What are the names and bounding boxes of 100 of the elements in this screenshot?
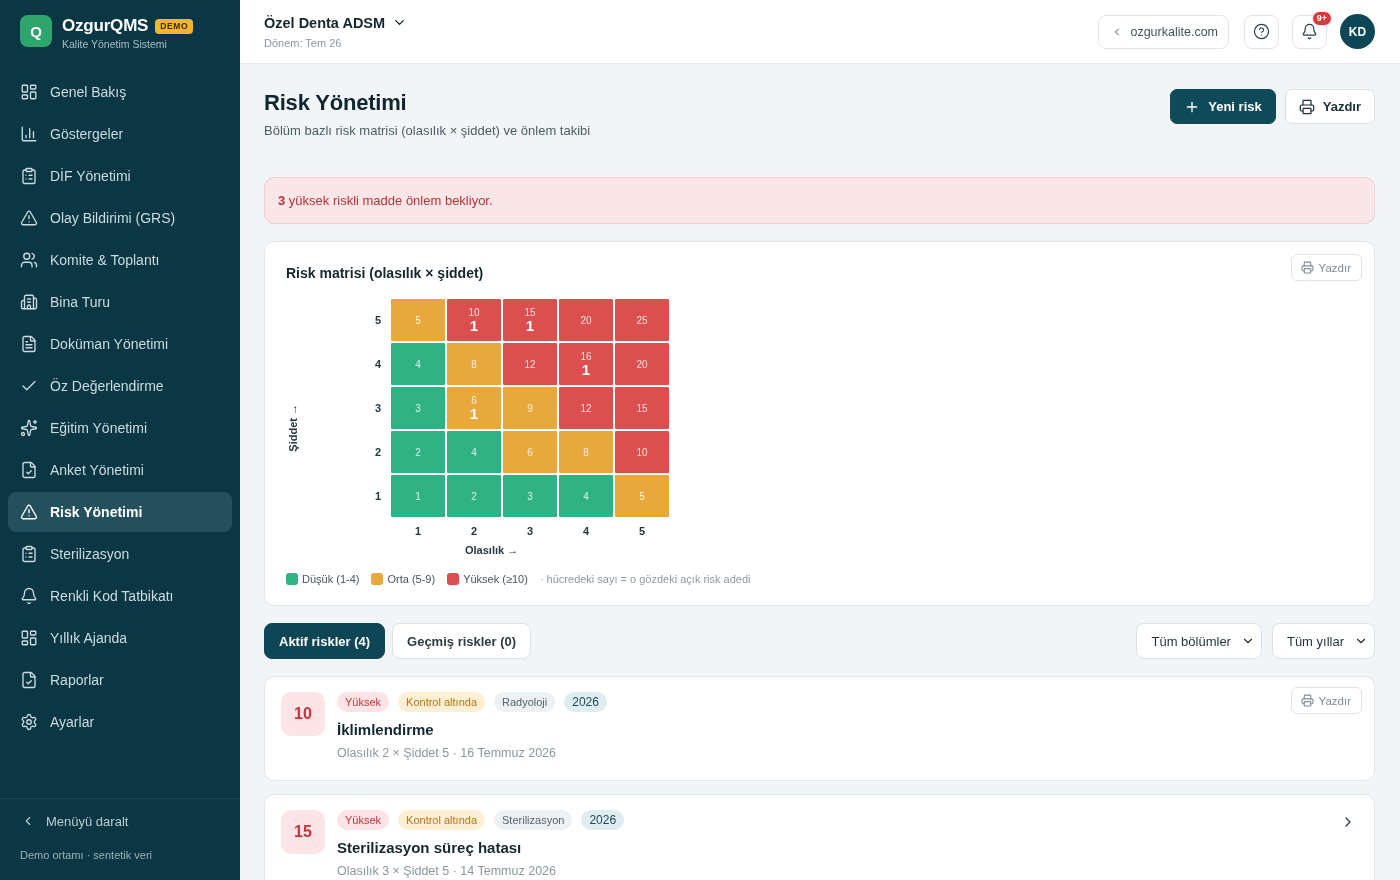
nav-item[interactable]: Komite & Toplantı — [8, 240, 232, 280]
risk-title: Sterilizasyon süreç hatası — [337, 838, 523, 858]
risk-card[interactable]: 10 Yüksek Kontrol altında Radyoloji 2026 İklimlendirme Olasılık 2 × Şiddet 5 · 16 Temmuz 2026 Yazdır — [264, 676, 1375, 781]
page-subtitle: Bölüm bazlı risk matrisi (olasılık × şiddet) ve önlem takibi — [264, 122, 591, 140]
cell-score: 5 — [639, 490, 645, 502]
cell-score: 8 — [583, 446, 589, 458]
cell-score: 20 — [580, 314, 592, 326]
cell-score: 16 — [580, 350, 592, 362]
nav-item[interactable]: DİF Yönetimi — [8, 156, 232, 196]
print-button[interactable]: Yazdır — [1290, 687, 1362, 714]
cell-score: 4 — [415, 358, 421, 370]
cell-score: 25 — [636, 314, 648, 326]
cell-score: 10 — [468, 306, 480, 318]
alert-message: 3 yüksek riskli madde önlem bekliyor. — [278, 193, 493, 208]
axis-tick: 5 — [637, 524, 647, 539]
cell-score: 9 — [527, 402, 533, 414]
axis-tick: 2 — [373, 445, 383, 460]
app-name: OzgurQMS — [62, 16, 149, 36]
tab[interactable]: Aktif riskler (4) — [264, 623, 386, 659]
matrix-cell[interactable]: 15 1 — [503, 299, 557, 341]
nav-item[interactable]: Yıllık Ajanda — [8, 618, 232, 658]
nav-item[interactable]: Sterilizasyon — [8, 534, 232, 574]
nav-item[interactable]: Öz Değerlendirme — [8, 366, 232, 406]
risk-meta: Olasılık 3 × Şiddet 5 · 14 Temmuz 2026 — [337, 865, 557, 878]
nav-item[interactable]: Ayarlar — [8, 702, 232, 742]
site-link[interactable]: ozgurkalite.com — [1098, 14, 1229, 49]
cell-count: 1 — [581, 361, 591, 378]
nav-item[interactable]: Risk Yönetimi — [8, 492, 232, 532]
legend-label: Yüksek (≥10) — [463, 573, 528, 585]
cell-score: 15 — [524, 306, 536, 318]
nav-item[interactable]: Olay Bildirimi (GRS) — [8, 198, 232, 238]
axis-tick: 3 — [373, 401, 383, 416]
matrix-cell[interactable]: 16 1 — [559, 343, 613, 385]
nav-item[interactable]: Eğitim Yönetimi — [8, 408, 232, 448]
axis-tick: 3 — [525, 524, 535, 539]
notification-count: 9+ — [1311, 10, 1332, 26]
bell-icon — [1301, 23, 1318, 40]
bar-chart-icon — [20, 125, 38, 143]
tag: Sterilizasyon — [494, 810, 573, 830]
card-title: Risk matrisi (olasılık × şiddet) — [286, 264, 484, 283]
clipboard-icon — [20, 545, 38, 563]
cell-score: 12 — [580, 402, 592, 414]
tag: Yüksek — [337, 810, 390, 830]
filter-select[interactable]: Tüm bölümler — [1136, 623, 1262, 659]
legend-note: · hücredeki sayı = o gözdeki açık risk adedi — [539, 573, 751, 585]
nav-item[interactable]: Bina Turu — [8, 282, 232, 322]
cell-count: 1 — [469, 317, 479, 334]
axis-tick: 2 — [469, 524, 479, 539]
tab[interactable]: Geçmiş riskler (0) — [392, 623, 532, 659]
document-icon — [20, 335, 38, 353]
cell-score: 4 — [583, 490, 589, 502]
user-avatar[interactable]: KD — [1340, 14, 1375, 49]
page-title: Risk Yönetimi — [264, 89, 408, 117]
cell-score: 20 — [636, 358, 648, 370]
settings-icon — [20, 713, 38, 731]
sparkles-icon — [20, 419, 38, 437]
matrix-cell[interactable]: 10 1 — [447, 299, 501, 341]
axis-tick: 1 — [413, 524, 423, 539]
tag: 2026 — [581, 810, 625, 830]
nav-item[interactable]: Renkli Kod Tatbikatı — [8, 576, 232, 616]
filter-select[interactable]: Tüm yıllar — [1271, 623, 1375, 659]
tag: Kontrol altında — [398, 692, 485, 712]
axis-tick: 5 — [373, 313, 383, 328]
building-icon — [20, 293, 38, 311]
help-button[interactable] — [1244, 14, 1279, 49]
collapse-menu-button[interactable]: Menüyü daralt — [8, 801, 232, 841]
risk-meta: Olasılık 2 × Şiddet 5 · 16 Temmuz 2026 — [337, 747, 557, 760]
nav-item[interactable]: Göstergeler — [8, 114, 232, 154]
warning-icon — [20, 209, 38, 227]
cell-score: 6 — [527, 446, 533, 458]
axis-label: Şiddet → — [287, 404, 300, 452]
organization-selector[interactable]: Özel Denta ADSM — [264, 13, 408, 32]
tag: Kontrol altında — [398, 810, 485, 830]
nav-item[interactable]: Anket Yönetimi — [8, 450, 232, 490]
nav-item[interactable]: Genel Bakış — [8, 72, 232, 112]
axis-tick: 1 — [373, 489, 383, 504]
print-button[interactable]: Yazdır — [1284, 89, 1375, 124]
users-icon — [20, 251, 38, 269]
help-icon — [1253, 23, 1270, 40]
axis-tick: 4 — [373, 357, 383, 372]
cell-score: 3 — [527, 490, 533, 502]
cell-score: 2 — [415, 446, 421, 458]
printer-icon — [1300, 694, 1314, 707]
dashboard-icon — [20, 83, 38, 101]
risk-card[interactable]: 15 Yüksek Kontrol altında Sterilizasyon 2026 Sterilizasyon süreç hatası Olasılık 3 × Şiddet 5 · 14 Temmuz 2026 — [264, 794, 1375, 880]
new-risk-button[interactable]: Yeni risk — [1170, 89, 1276, 124]
tag: 2026 — [564, 692, 607, 712]
axis-tick: 4 — [581, 524, 591, 539]
nav-item[interactable]: Raporlar — [8, 660, 232, 700]
print-button[interactable]: Yazdır — [1290, 254, 1362, 281]
axis-label: Olasılık → — [465, 543, 519, 557]
demo-badge: DEMO — [155, 18, 194, 34]
footer-note: Demo ortamı · sentetik veri — [20, 848, 154, 862]
cell-count: 1 — [525, 317, 535, 334]
cell-score: 8 — [471, 358, 477, 370]
period-label: Dönem: Tem 26 — [264, 35, 342, 50]
file-check-icon — [20, 461, 38, 479]
nav-item[interactable]: Doküman Yönetimi — [8, 324, 232, 364]
warning-icon — [20, 503, 38, 521]
app-subtitle: Kalite Yönetim Sistemi — [62, 37, 168, 51]
